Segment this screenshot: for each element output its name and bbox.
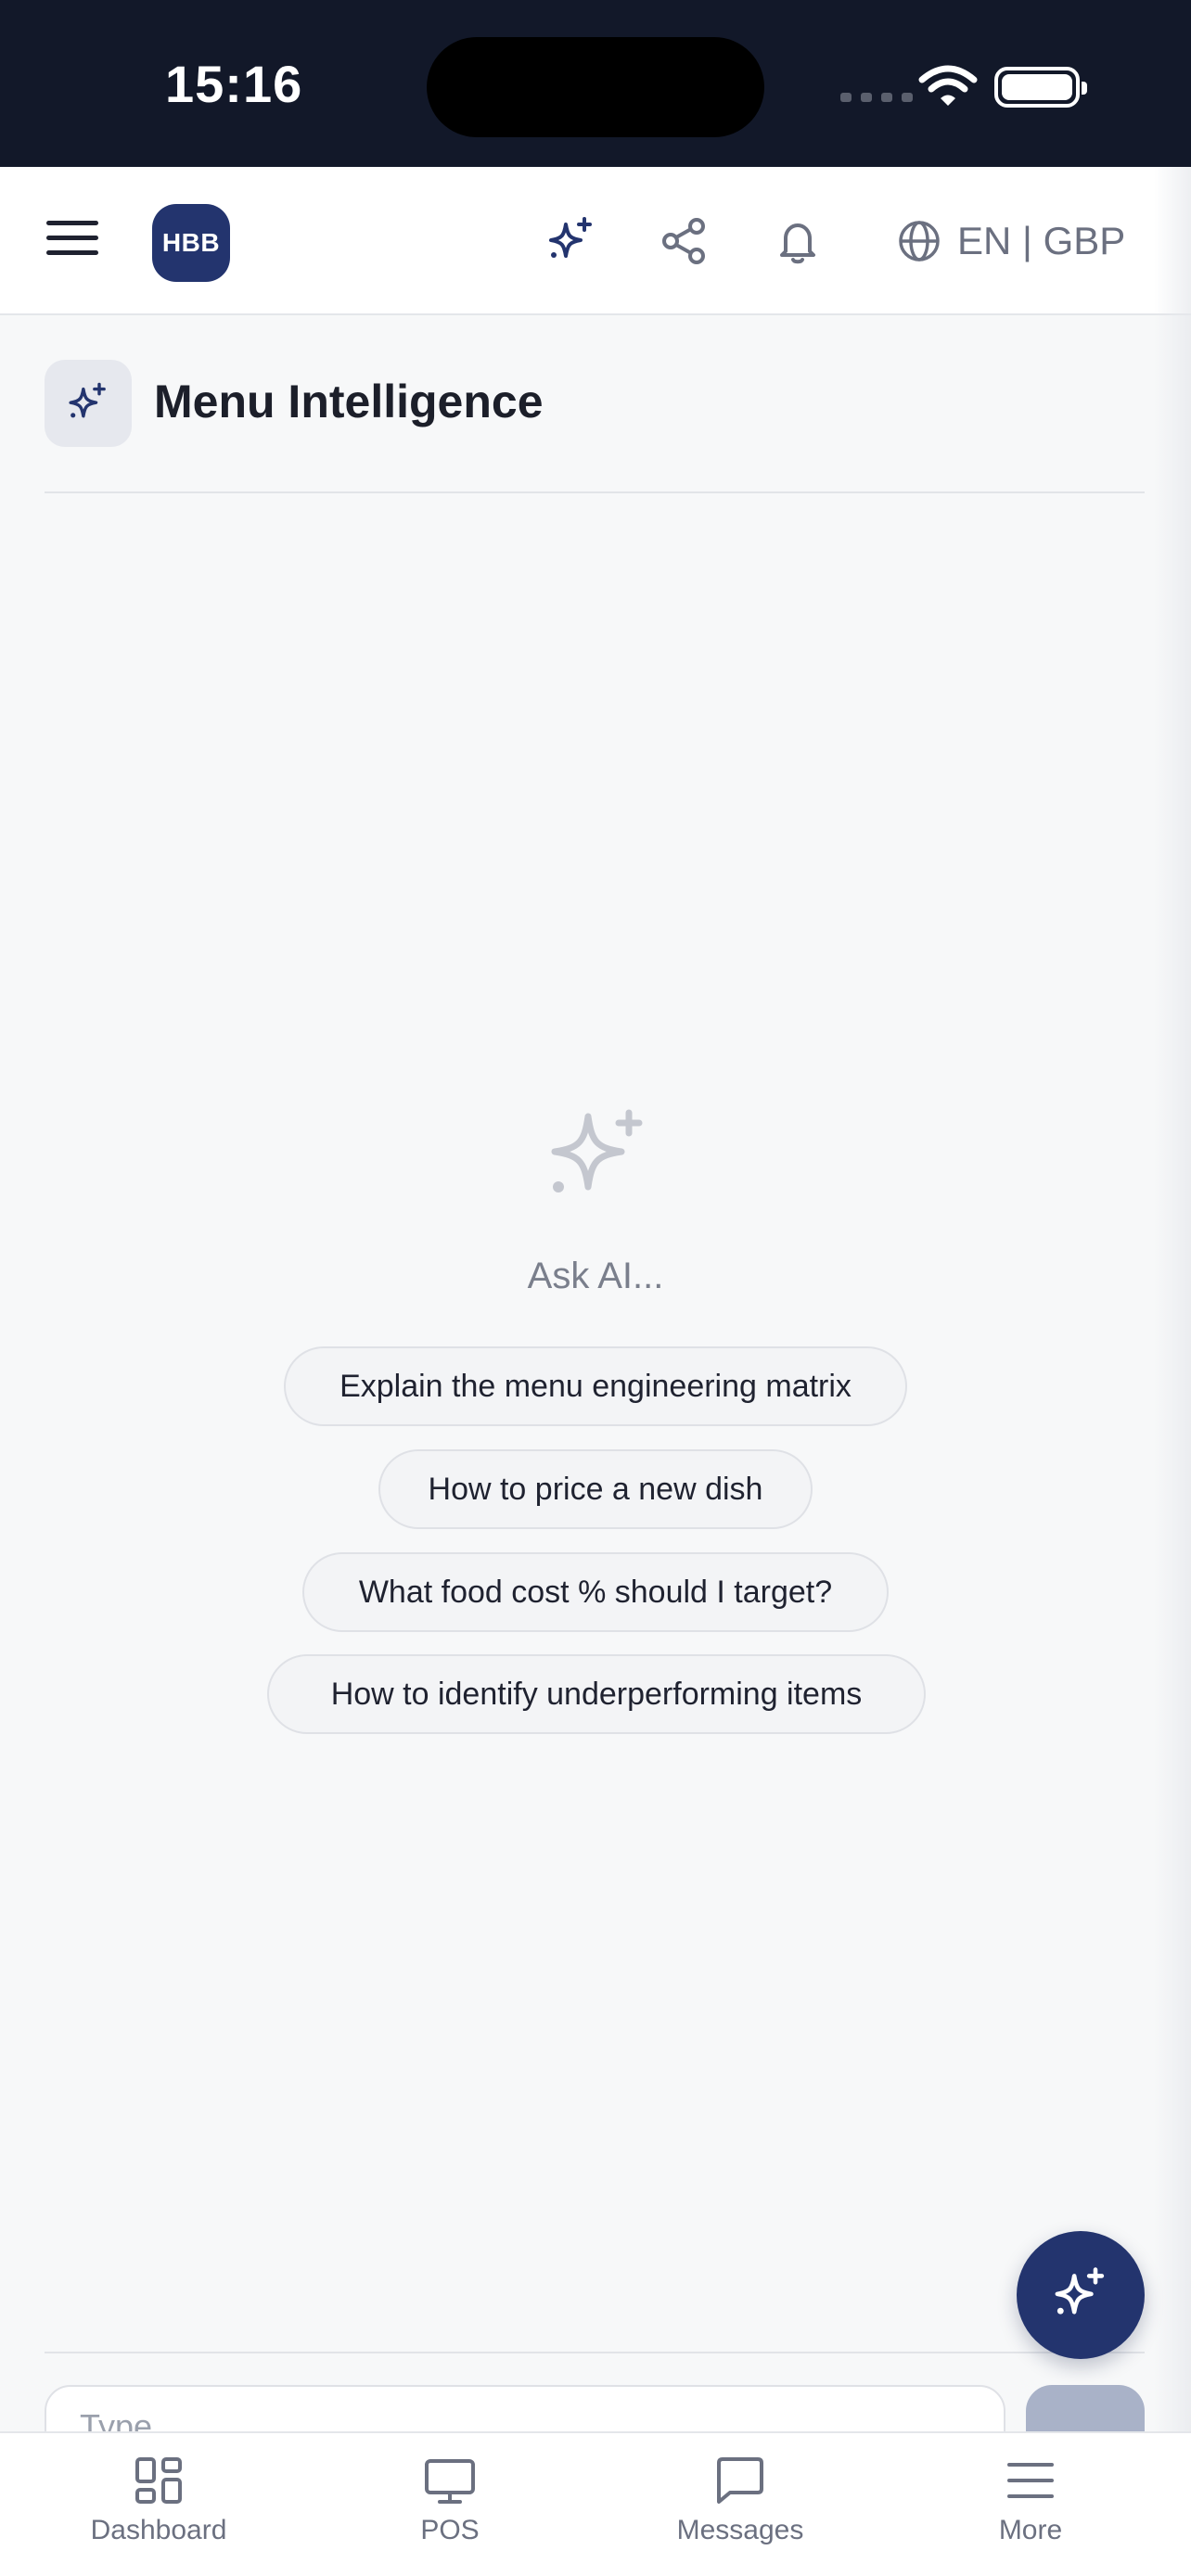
battery-icon (994, 67, 1087, 108)
nav-label: POS (420, 2515, 480, 2545)
ai-assistant-fab[interactable] (1017, 2231, 1145, 2359)
avatar[interactable]: HBB (152, 204, 230, 282)
dashboard-icon (135, 2457, 182, 2504)
share-icon[interactable] (657, 213, 712, 269)
suggestion-chip[interactable]: How to identify underperforming items (267, 1654, 926, 1734)
language-currency-selector[interactable]: EN | GBP (896, 211, 1125, 271)
nav-item-dashboard[interactable]: Dashboard (66, 2454, 251, 2546)
status-time: 15:16 (165, 55, 303, 113)
page-heading: Menu Intelligence (45, 360, 1145, 493)
wifi-icon (918, 65, 978, 106)
dynamic-island (427, 37, 764, 137)
ask-ai-prompt: Ask AI... (527, 1256, 664, 1296)
ai-sparkle-icon (551, 1109, 643, 1192)
nav-item-more[interactable]: More (938, 2454, 1123, 2546)
lang-currency-label: EN | GBP (957, 219, 1126, 262)
nav-label: More (998, 2515, 1063, 2545)
nav-label: Dashboard (90, 2515, 227, 2545)
suggestion-chip[interactable]: What food cost % should I target? (302, 1552, 889, 1632)
sparkle-icon (1055, 2267, 1105, 2315)
monitor-icon (425, 2459, 475, 2504)
bottom-nav: Dashboard POS Messages More (0, 2431, 1191, 2576)
menu-icon (1007, 2463, 1054, 2498)
edge-shade (1154, 167, 1191, 2431)
bell-icon[interactable] (770, 213, 826, 269)
sparkle-icon (45, 360, 132, 447)
nav-item-messages[interactable]: Messages (647, 2454, 833, 2546)
status-bar: 15:16 (0, 0, 1191, 167)
signal-icon (840, 93, 913, 102)
divider (45, 2352, 1145, 2353)
suggestion-chip[interactable]: How to price a new dish (378, 1449, 813, 1529)
hamburger-menu-icon[interactable] (46, 213, 98, 269)
chat-icon (717, 2457, 763, 2504)
nav-label: Messages (676, 2515, 804, 2545)
app-header: HBB EN | GBP (0, 167, 1191, 315)
ai-sparkle-icon[interactable] (544, 213, 599, 269)
globe-icon (899, 221, 940, 261)
suggestion-chip[interactable]: Explain the menu engineering matrix (284, 1346, 907, 1426)
nav-item-pos[interactable]: POS (357, 2454, 543, 2546)
page-title: Menu Intelligence (154, 376, 544, 427)
